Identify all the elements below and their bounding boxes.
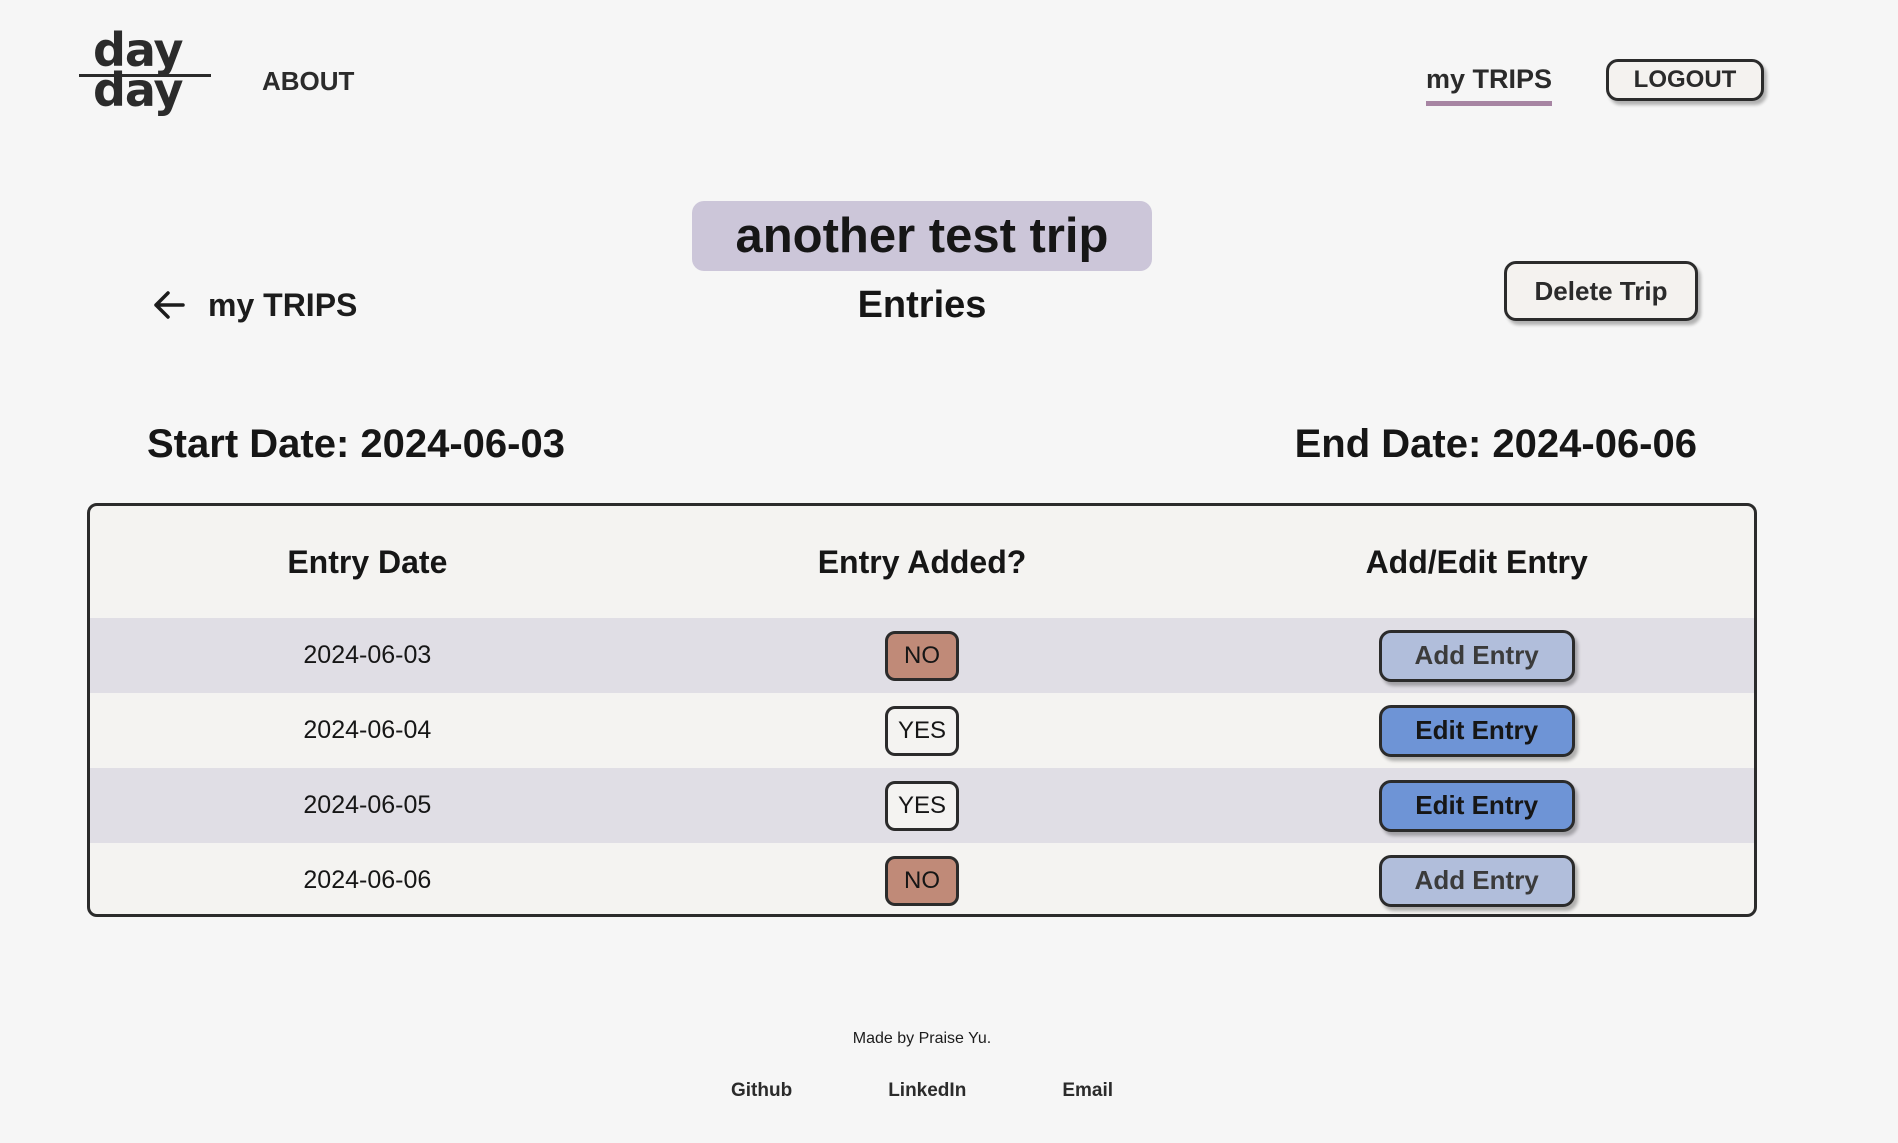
delete-trip-button[interactable]: Delete Trip — [1504, 261, 1698, 321]
entry-status-badge: NO — [885, 855, 959, 906]
table-header-row: Entry Date Entry Added? Add/Edit Entry — [90, 506, 1754, 618]
footer-linkedin-link[interactable]: LinkedIn — [888, 1080, 966, 1102]
edit-entry-button[interactable]: Edit Entry — [1378, 779, 1575, 832]
logo-text-bottom: day — [93, 63, 184, 117]
table-row: 2024-06-03 NO Add Entry — [90, 618, 1754, 693]
logo[interactable]: day day — [79, 27, 211, 122]
footer-github-link[interactable]: Github — [731, 1080, 792, 1102]
trip-title: another test trip — [692, 201, 1152, 271]
entry-date: 2024-06-06 — [303, 866, 432, 894]
add-entry-button[interactable]: Add Entry — [1378, 629, 1575, 682]
column-header-entry-date: Entry Date — [287, 543, 448, 580]
nav-my-trips-link[interactable]: my TRIPS — [1426, 64, 1553, 106]
entry-status-badge: YES — [885, 705, 959, 756]
table-row: 2024-06-04 YES Edit Entry — [90, 693, 1754, 768]
entry-date: 2024-06-03 — [303, 641, 432, 669]
start-date: Start Date: 2024-06-03 — [147, 422, 565, 466]
end-date: End Date: 2024-06-06 — [1294, 422, 1697, 466]
entry-date: 2024-06-05 — [303, 791, 432, 819]
entry-status-badge: YES — [885, 780, 959, 831]
footer-credit: Made by Praise Yu. — [852, 1030, 992, 1047]
edit-entry-button[interactable]: Edit Entry — [1378, 704, 1575, 757]
table-row: 2024-06-06 NO Add Entry — [90, 843, 1754, 914]
footer-links: Github LinkedIn Email — [0, 1080, 1844, 1102]
entry-status-badge: NO — [885, 630, 959, 681]
arrow-left-icon — [154, 291, 185, 319]
entry-date: 2024-06-04 — [303, 716, 432, 744]
table-row: 2024-06-05 YES Edit Entry — [90, 768, 1754, 843]
footer-email-link[interactable]: Email — [1062, 1080, 1113, 1102]
add-entry-button[interactable]: Add Entry — [1378, 854, 1575, 907]
logout-button[interactable]: LOGOUT — [1606, 59, 1764, 101]
column-header-add-edit: Add/Edit Entry — [1365, 543, 1588, 580]
nav-about-link[interactable]: ABOUT — [262, 66, 354, 97]
back-to-trips-link[interactable]: my TRIPS — [150, 286, 357, 324]
back-link-label: my TRIPS — [208, 286, 358, 323]
entries-table: Entry Date Entry Added? Add/Edit Entry 2… — [87, 503, 1757, 917]
column-header-entry-added: Entry Added? — [817, 543, 1027, 580]
